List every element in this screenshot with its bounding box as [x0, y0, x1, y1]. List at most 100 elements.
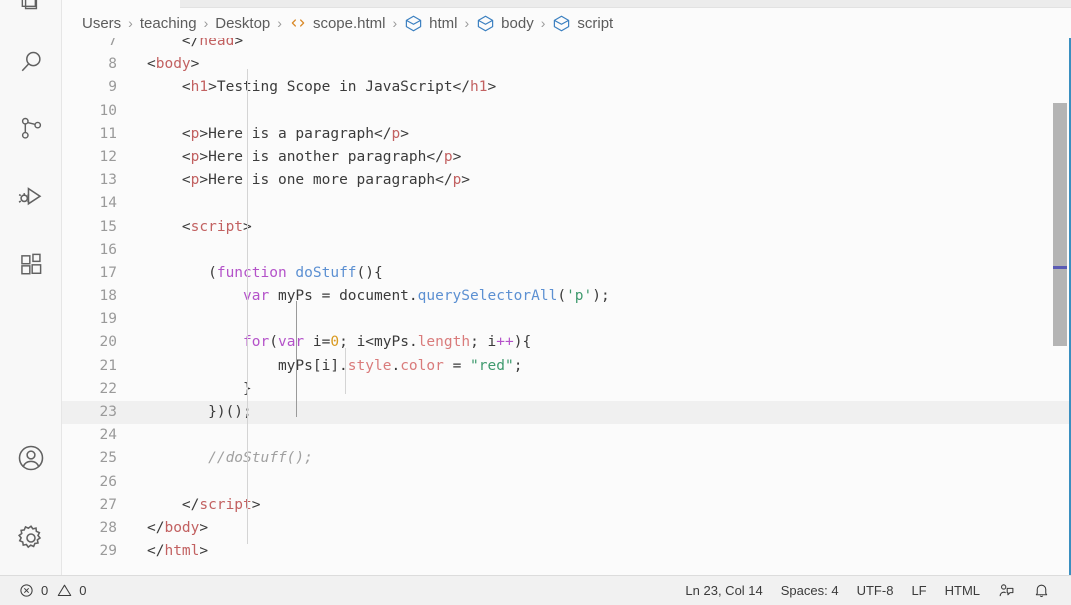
line-content: </html>	[147, 540, 208, 563]
code-token: <	[147, 148, 191, 165]
code-line[interactable]: 28 </body>	[62, 517, 1069, 540]
sidebar-item-explorer[interactable]: 1	[0, 0, 62, 26]
line-content: }	[147, 378, 252, 401]
breadcrumb-separator: ›	[392, 15, 398, 31]
code-line[interactable]: 17 (function doStuff(){	[62, 262, 1069, 285]
code-line[interactable]: 25 //doStuff();	[62, 447, 1069, 470]
line-content: </head>	[147, 38, 243, 53]
sidebar-item-search[interactable]	[0, 38, 62, 86]
breadcrumb-item-script[interactable]: script	[552, 10, 613, 36]
code-token: </	[147, 496, 200, 513]
editor-scrollbar[interactable]	[1053, 38, 1067, 575]
code-line[interactable]: 11 <p>Here is a paragraph</p>	[62, 123, 1069, 146]
code-line[interactable]: 13 <p>Here is one more paragraph</p>	[62, 169, 1069, 192]
code-line[interactable]: 22 }	[62, 378, 1069, 401]
status-feedback[interactable]	[989, 576, 1024, 605]
code-line[interactable]: 12 <p>Here is another paragraph</p>	[62, 146, 1069, 169]
code-token: >	[199, 543, 209, 560]
code-line[interactable]: 19	[62, 308, 1069, 331]
code-token: (	[147, 264, 217, 281]
code-token: >	[487, 79, 497, 96]
sidebar-item-run-and-debug[interactable]	[0, 172, 62, 220]
breadcrumb-separator: ›	[464, 15, 470, 31]
line-number: 26	[99, 473, 117, 490]
code-token: head	[199, 38, 235, 49]
line-number: 8	[108, 56, 117, 73]
code-token: (	[557, 288, 567, 305]
breadcrumb-item-users[interactable]: Users	[82, 10, 121, 36]
code-line[interactable]: 21 myPs[i].style.color = "red";	[62, 355, 1069, 378]
status-indentation[interactable]: Spaces: 4	[772, 576, 848, 605]
line-content: //doStuff();	[147, 447, 313, 470]
line-content: (function doStuff(){	[147, 262, 383, 285]
breadcrumb-label: teaching	[139, 14, 197, 32]
code-line[interactable]: 9 <h1>Testing Scope in JavaScript</h1>	[62, 76, 1069, 99]
status-eol[interactable]: LF	[902, 576, 935, 605]
code-token: var	[277, 334, 305, 351]
code-token: p	[452, 172, 462, 189]
line-content: <h1>Testing Scope in JavaScript</h1>	[147, 76, 496, 99]
sidebar-item-source-control[interactable]	[0, 104, 62, 152]
code-token: >Here is one more paragraph</	[199, 172, 453, 189]
code-line[interactable]: 24	[62, 424, 1069, 447]
code-line[interactable]: 23 })();	[62, 401, 1069, 425]
code-line[interactable]: 26	[62, 471, 1069, 494]
breadcrumb-item-html[interactable]: html	[404, 10, 458, 36]
sidebar-item-accounts[interactable]	[0, 434, 62, 482]
line-content: <p>Here is a paragraph</p>	[147, 123, 409, 146]
code-line[interactable]: 8 <body>	[62, 53, 1069, 76]
code-token: i=	[304, 334, 331, 351]
code-token: <	[147, 172, 191, 189]
code-token: html	[164, 543, 200, 560]
breadcrumb-label: Desktop	[215, 14, 271, 32]
line-content: </body>	[147, 517, 208, 540]
sidebar-item-extensions[interactable]	[0, 240, 62, 288]
breadcrumb-item-scope-html[interactable]: scope.html	[289, 10, 385, 36]
code-token: >	[190, 56, 200, 73]
code-line[interactable]: 10	[62, 100, 1069, 123]
status-problems[interactable]: 0 0	[10, 576, 95, 605]
code-lines[interactable]: 7 </head> 8 <body> 9 <h1>Testing Scope in J…	[62, 38, 1069, 563]
code-token: })();	[147, 404, 252, 420]
breadcrumb-label: html	[429, 14, 458, 32]
code-token: (	[269, 334, 278, 351]
sidebar-item-manage-settings[interactable]	[0, 514, 62, 562]
code-line[interactable]: 7 </head>	[62, 38, 1069, 53]
code-token: >	[199, 519, 209, 536]
code-token: length	[417, 334, 471, 351]
breadcrumb-item-body[interactable]: body	[476, 10, 534, 36]
breadcrumb-separator: ›	[540, 15, 546, 31]
status-encoding[interactable]: UTF-8	[848, 576, 903, 605]
code-token: "red"	[470, 357, 514, 374]
error-icon	[19, 583, 34, 598]
extensions-icon	[20, 253, 41, 274]
editor-tab-bar	[0, 0, 1071, 8]
code-line[interactable]: 27 </script>	[62, 494, 1069, 517]
line-content: myPs[i].style.color = "red";	[147, 355, 523, 378]
code-line[interactable]: 29 </html>	[62, 540, 1069, 563]
status-notifications[interactable]	[1024, 576, 1059, 605]
code-line[interactable]: 20 for(var i=0; i<myPs.length; i++){	[62, 331, 1069, 354]
code-token: h1	[470, 79, 488, 96]
breadcrumb-item-teaching[interactable]: teaching	[140, 10, 197, 36]
line-number: 25	[99, 450, 117, 467]
line-content: </script>	[147, 494, 261, 517]
code-line[interactable]: 16	[62, 239, 1069, 262]
line-number: 29	[99, 543, 117, 560]
code-line[interactable]: 18 var myPs = document.querySelectorAll(…	[62, 285, 1069, 308]
code-token: style	[347, 357, 392, 374]
breadcrumb-item-desktop[interactable]: Desktop	[215, 10, 270, 36]
status-cursor-position[interactable]: Ln 23, Col 14	[676, 576, 771, 605]
active-editor-tab[interactable]	[60, 0, 180, 8]
scrollbar-thumb[interactable]	[1053, 103, 1067, 346]
line-number: 7	[108, 38, 117, 49]
code-line[interactable]: 15 <script>	[62, 216, 1069, 239]
search-icon	[21, 51, 41, 72]
status-language-mode[interactable]: HTML	[936, 576, 989, 605]
code-line[interactable]: 14	[62, 192, 1069, 215]
code-token: </	[181, 38, 200, 49]
line-number: 22	[99, 380, 117, 397]
account-icon	[18, 445, 44, 471]
code-editor[interactable]: 7 </head> 8 <body> 9 <h1>Testing Scope in J…	[62, 38, 1071, 575]
